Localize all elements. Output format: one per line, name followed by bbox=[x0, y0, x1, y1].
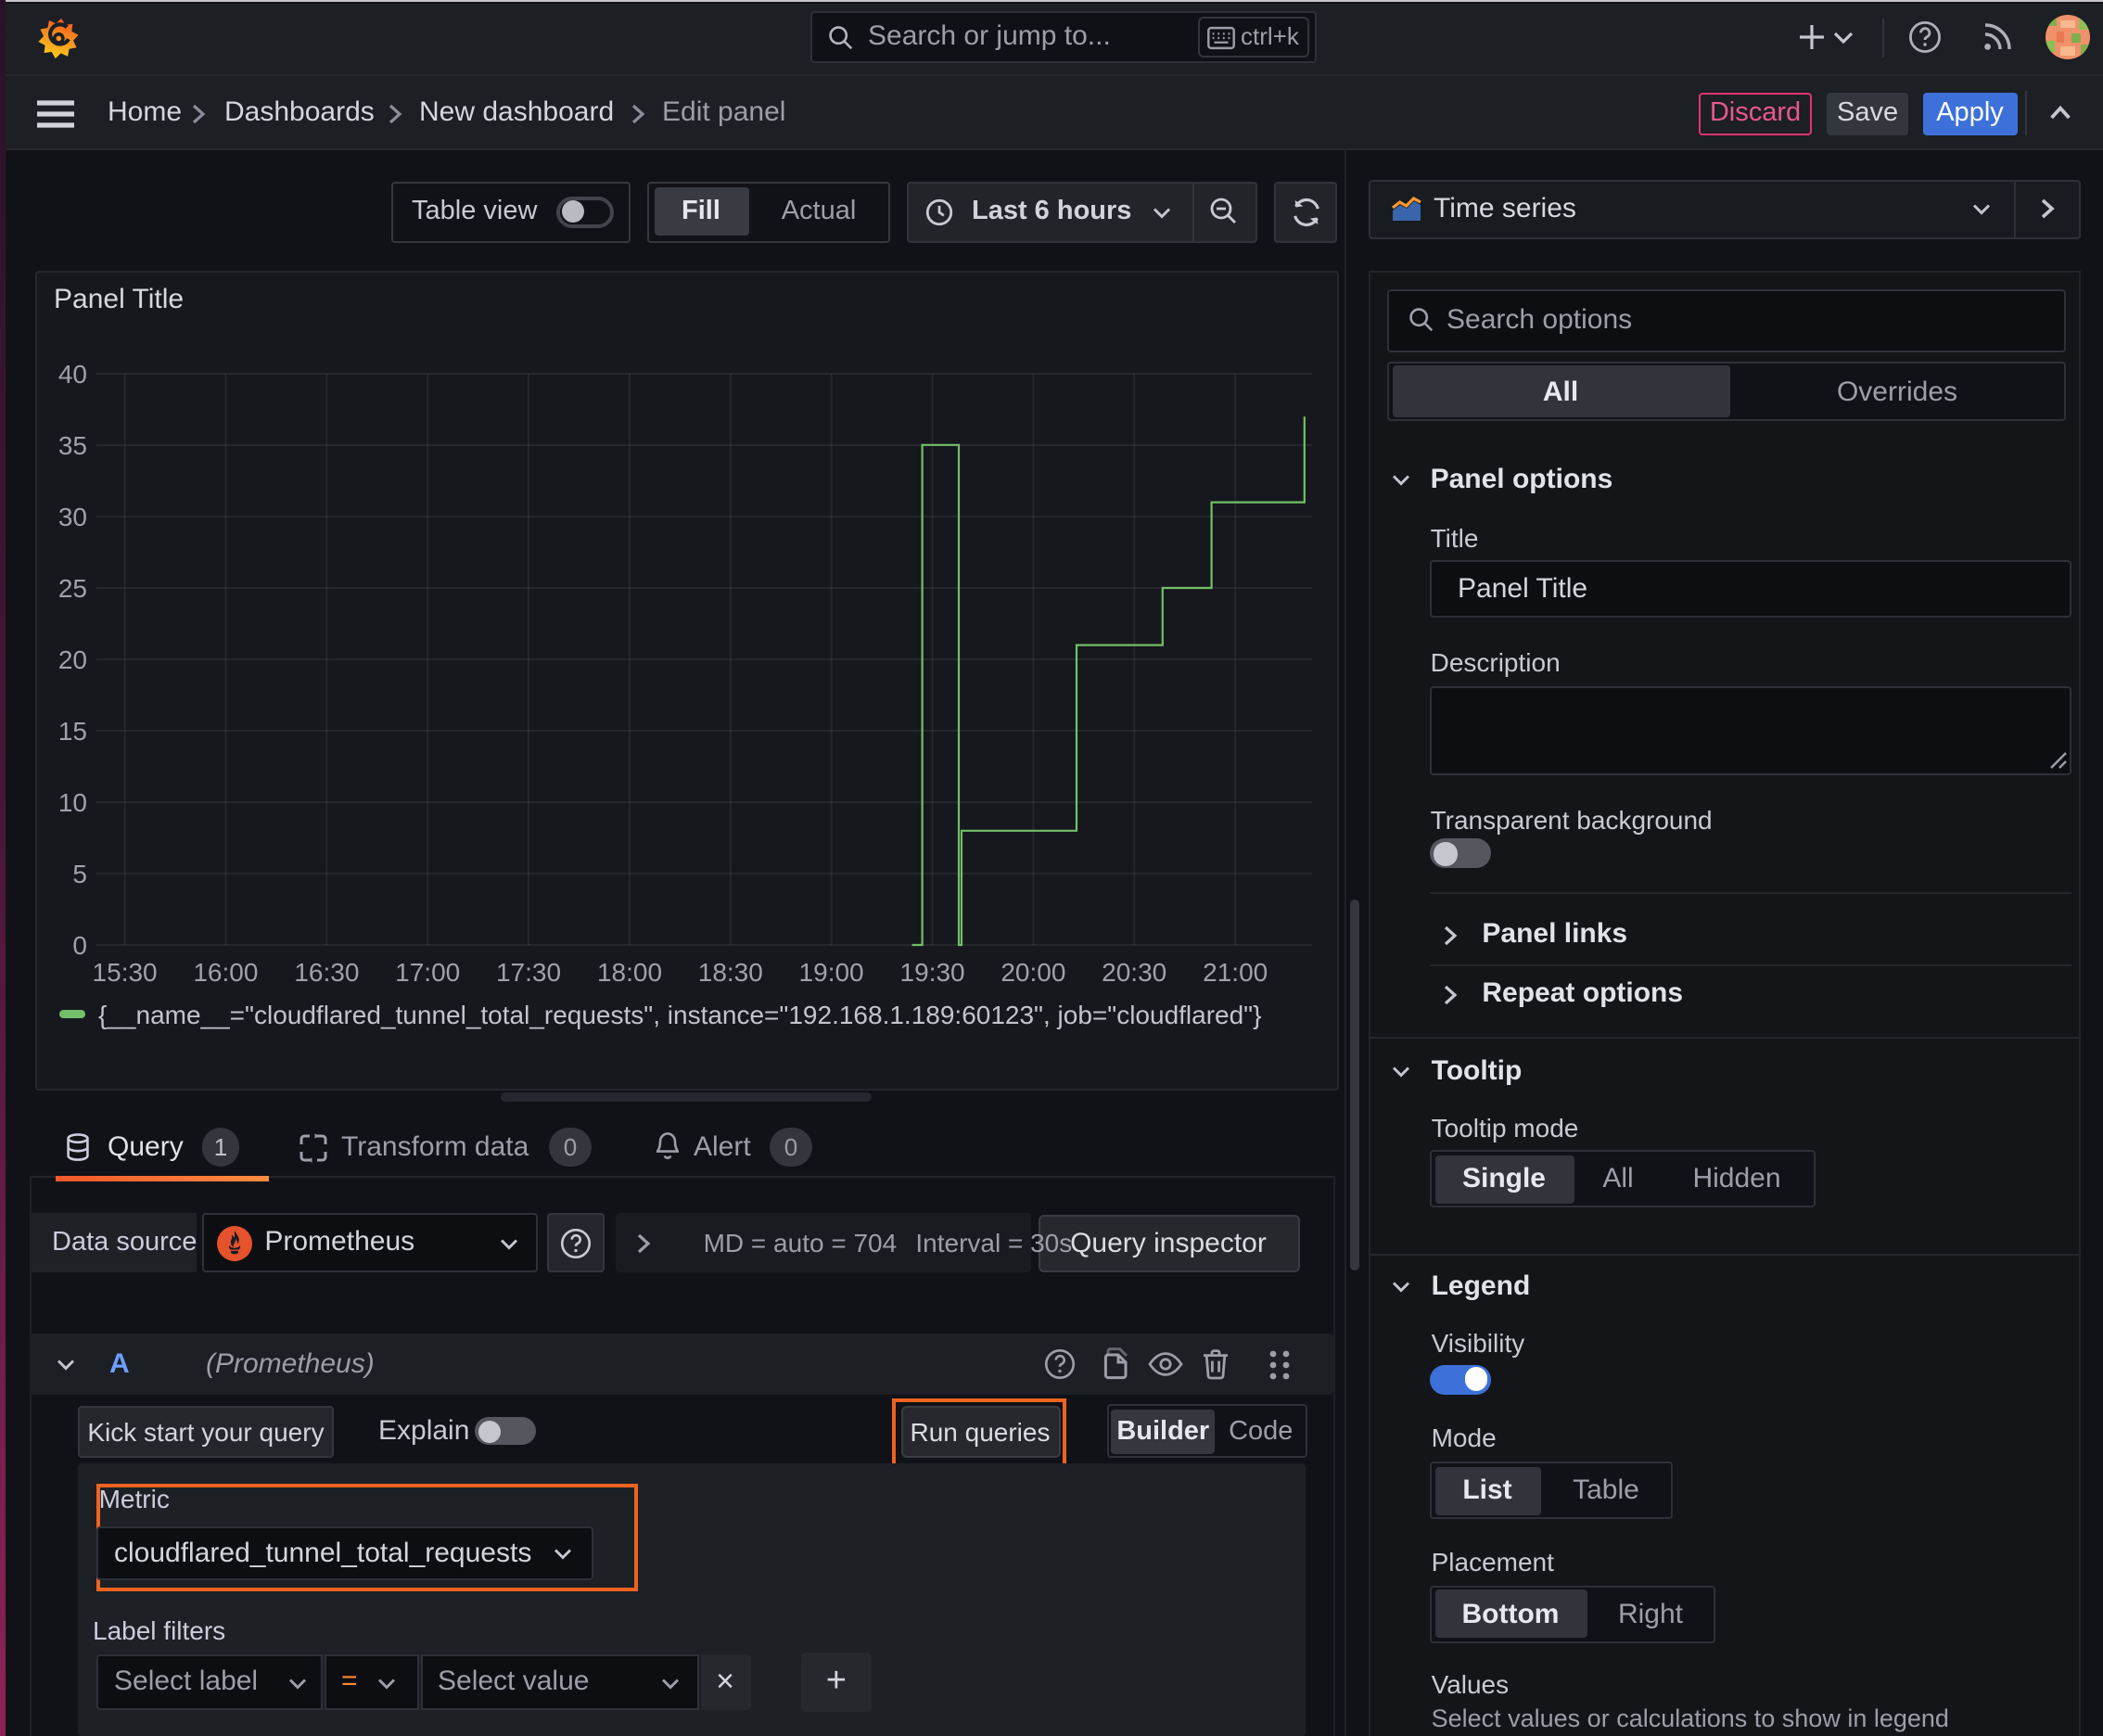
svg-text:40: 40 bbox=[57, 360, 86, 389]
svg-text:17:00: 17:00 bbox=[394, 958, 459, 987]
svg-text:15: 15 bbox=[57, 717, 86, 746]
svg-text:30: 30 bbox=[57, 503, 86, 531]
svg-text:5: 5 bbox=[71, 860, 86, 888]
svg-text:18:30: 18:30 bbox=[697, 958, 762, 987]
svg-text:19:00: 19:00 bbox=[798, 958, 863, 987]
svg-text:20: 20 bbox=[57, 645, 86, 674]
svg-text:16:30: 16:30 bbox=[293, 958, 358, 987]
svg-text:20:00: 20:00 bbox=[1000, 958, 1064, 987]
svg-text:21:00: 21:00 bbox=[1202, 958, 1267, 987]
svg-text:18:00: 18:00 bbox=[596, 958, 661, 987]
svg-text:16:00: 16:00 bbox=[192, 958, 257, 987]
svg-text:35: 35 bbox=[57, 431, 86, 460]
svg-text:10: 10 bbox=[57, 788, 86, 817]
svg-text:0: 0 bbox=[71, 931, 86, 960]
svg-text:25: 25 bbox=[57, 574, 86, 603]
svg-text:19:30: 19:30 bbox=[899, 958, 964, 987]
svg-text:17:30: 17:30 bbox=[495, 958, 560, 987]
svg-text:{__name__="cloudflared_tunnel_: {__name__="cloudflared_tunnel_total_requ… bbox=[97, 1001, 1260, 1029]
svg-text:15:30: 15:30 bbox=[92, 958, 157, 987]
svg-text:20:30: 20:30 bbox=[1101, 958, 1166, 987]
